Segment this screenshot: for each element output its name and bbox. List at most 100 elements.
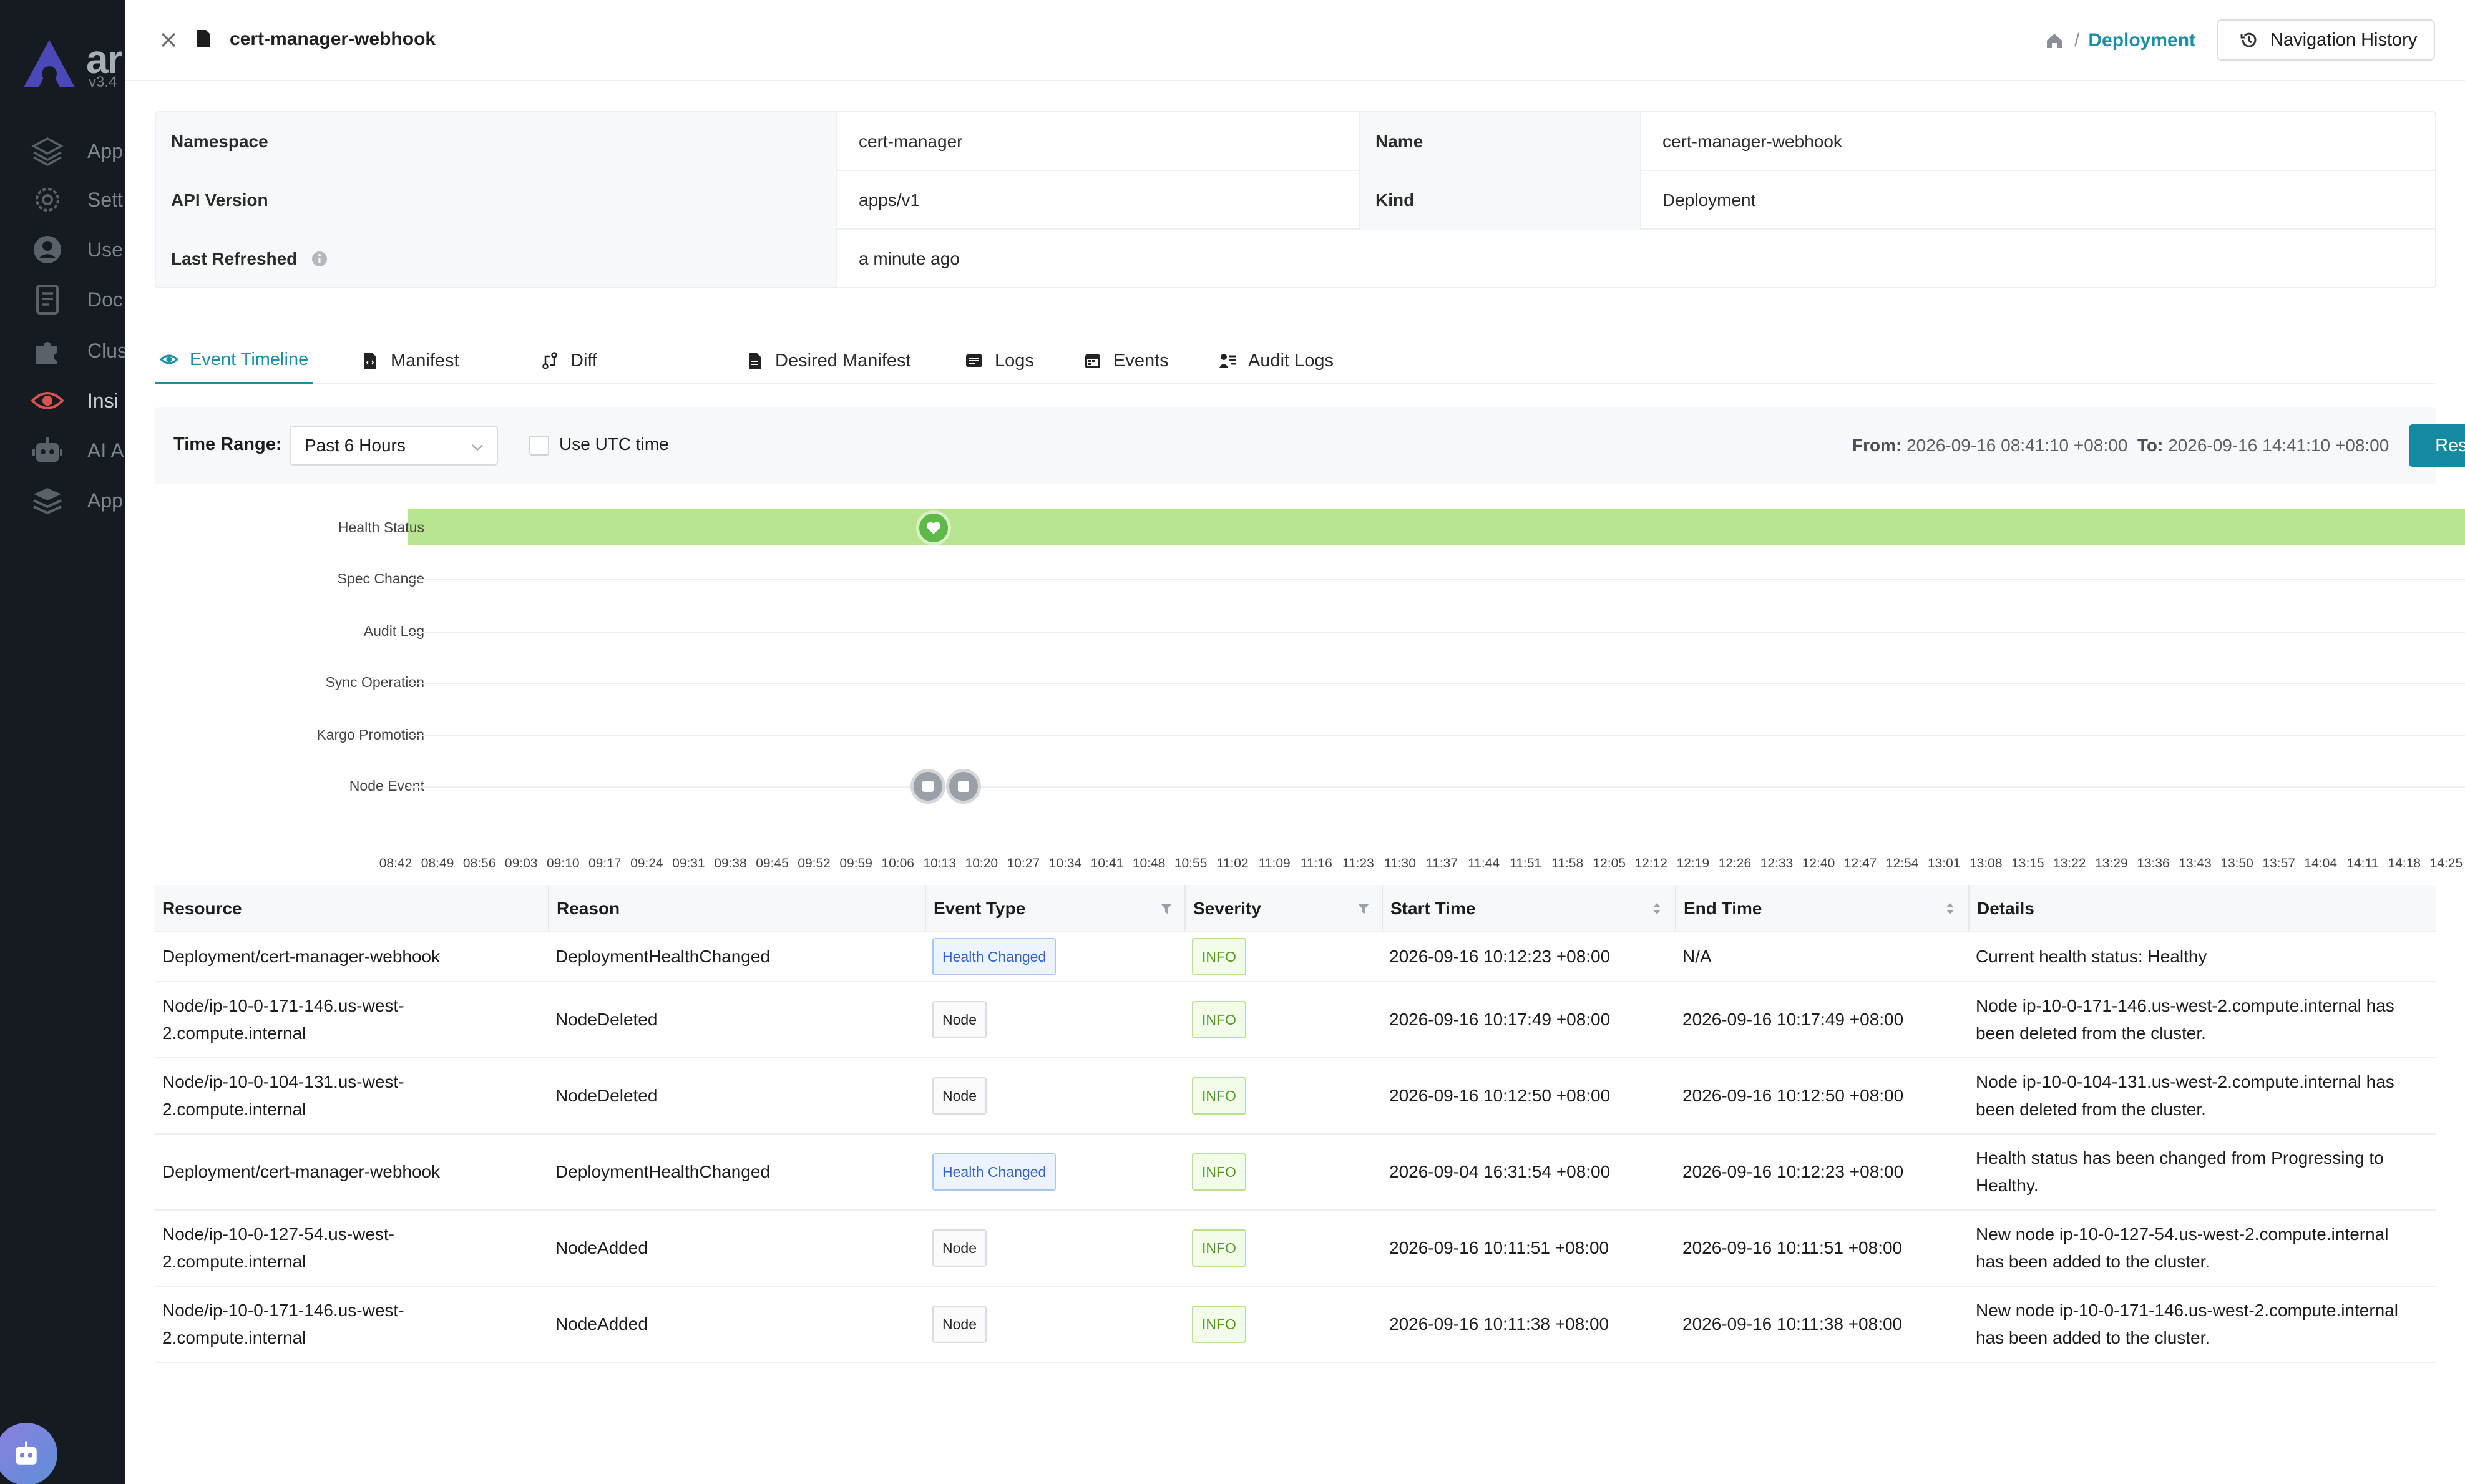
eye-icon (160, 354, 178, 364)
last-refreshed-label: Last Refreshed (156, 230, 836, 287)
ai-chat-button[interactable] (0, 1423, 57, 1484)
severity-badge: INFO (1192, 1077, 1246, 1115)
namespace-label: Namespace (156, 112, 836, 171)
info-icon[interactable] (311, 250, 328, 268)
sidebar-item-insights[interactable]: Insi (30, 382, 125, 419)
sidebar-item-apps[interactable]: App (30, 482, 125, 519)
time-tick-label: 10:13 (923, 856, 957, 871)
sidebar-item-user[interactable]: Use (30, 231, 125, 268)
severity-badge: INFO (1192, 1229, 1246, 1267)
name-value: cert-manager-webhook (1640, 112, 2435, 171)
cell-reason: NodeAdded (555, 1314, 648, 1334)
time-tick-label: 09:24 (630, 856, 663, 871)
cell-reason: DeploymentHealthChanged (555, 1162, 770, 1181)
time-tick-label: 12:33 (1760, 856, 1794, 871)
table-row[interactable]: Node/ip-10-0-171-146.us-west-2.compute.i… (155, 1287, 2436, 1363)
lane-gridline (408, 735, 2465, 736)
time-tick-label: 13:08 (1969, 856, 2003, 871)
column-reason[interactable]: Reason (548, 885, 925, 932)
info-row: API Version apps/v1 Kind Deployment (156, 171, 2435, 230)
tab-logs[interactable]: Logs (965, 337, 1034, 384)
sort-icon[interactable] (1650, 902, 1664, 915)
cell-type: Health Changed (925, 1135, 1184, 1209)
node-event-marker[interactable] (910, 769, 945, 804)
table-row[interactable]: Deployment/cert-manager-webhook Deploymen… (155, 1135, 2436, 1211)
cell-resource: Node/ip-10-0-104-131.us-west-2.compute.i… (162, 1072, 404, 1119)
filter-icon[interactable] (1159, 902, 1173, 915)
event-type-badge: Node (932, 1001, 987, 1038)
events-table-header: Resource Reason Event Type Severity Star… (155, 885, 2436, 932)
cell-start: 2026-09-16 10:11:51 +08:00 (1389, 1238, 1609, 1257)
time-tick-label: 10:41 (1090, 856, 1124, 871)
column-details[interactable]: Details (1968, 885, 2436, 932)
navigation-history-button[interactable]: Navigation History (2217, 19, 2435, 61)
sidebar-item-settings[interactable]: Sett (30, 181, 125, 218)
time-tick-label: 11:02 (1216, 856, 1249, 871)
sort-icon[interactable] (1943, 902, 1957, 915)
sidebar-item-docs[interactable]: Doc (30, 281, 125, 318)
tab-desired-manifest[interactable]: Desired Manifest (745, 337, 911, 384)
table-row[interactable]: Node/ip-10-0-171-146.us-west-2.compute.i… (155, 982, 2436, 1058)
home-icon[interactable] (2044, 31, 2064, 51)
table-row[interactable]: Node/ip-10-0-127-54.us-west-2.compute.in… (155, 1211, 2436, 1287)
time-tick-label: 11:37 (1425, 856, 1458, 871)
time-tick-label: 14:04 (2304, 856, 2337, 871)
heart-icon (927, 522, 941, 534)
sidebar-item-clusters[interactable]: Clus (30, 332, 125, 369)
breadcrumb-deployment[interactable]: Deployment (2088, 30, 2195, 51)
health-event-marker[interactable] (916, 510, 952, 545)
eye-icon (31, 392, 64, 409)
table-row[interactable]: Node/ip-10-0-104-131.us-west-2.compute.i… (155, 1058, 2436, 1135)
event-type-badge: Node (932, 1077, 987, 1115)
file-icon (749, 353, 761, 369)
column-start-time[interactable]: Start Time (1382, 885, 1675, 932)
cell-reason: NodeDeleted (555, 1086, 658, 1105)
tab-diff[interactable]: Diff (540, 337, 597, 384)
time-tick-label: 14:11 (2346, 856, 2379, 871)
cell-severity: INFO (1184, 982, 1382, 1057)
node-event-marker[interactable] (946, 769, 982, 804)
column-event-type[interactable]: Event Type (925, 885, 1184, 932)
sidebar-item-applications[interactable]: App (30, 132, 125, 170)
user-icon (34, 236, 61, 263)
utc-checkbox[interactable] (529, 436, 549, 456)
node-icon (922, 781, 934, 792)
chevron-down-icon (472, 444, 483, 451)
cell-end: 2026-09-16 10:17:49 +08:00 (1682, 1010, 1904, 1029)
time-tick-label: 12:47 (1843, 856, 1877, 871)
tab-events[interactable]: Events (1083, 337, 1169, 384)
sidebar-item-ai-assistant[interactable]: AI A (30, 432, 125, 469)
cell-reason: DeploymentHealthChanged (555, 947, 770, 966)
document-icon (36, 285, 59, 315)
cell-details: New node ip-10-0-171-146.us-west-2.compu… (1976, 1301, 2399, 1347)
severity-badge: INFO (1192, 1153, 1246, 1191)
filter-icon[interactable] (1357, 902, 1370, 915)
time-tick-label: 11:09 (1258, 856, 1291, 871)
time-range-select[interactable]: Past 6 Hours (290, 426, 498, 466)
tab-manifest[interactable]: Manifest (361, 337, 459, 384)
time-tick-label: 12:26 (1718, 856, 1752, 871)
reset-button[interactable]: Reset (2409, 424, 2465, 467)
cell-type: Health Changed (925, 932, 1184, 981)
column-resource[interactable]: Resource (155, 885, 548, 932)
audit-icon (1219, 354, 1236, 368)
tab-event-timeline[interactable]: Event Timeline (155, 337, 314, 384)
api-version-value: apps/v1 (836, 171, 1359, 230)
column-severity[interactable]: Severity (1184, 885, 1382, 932)
lane-gridline (408, 579, 2465, 580)
time-tick-label: 11:51 (1510, 856, 1542, 871)
last-refreshed-value: a minute ago (836, 230, 2435, 287)
time-tick-label: 14:18 (2388, 856, 2421, 871)
close-icon[interactable] (156, 27, 181, 52)
lane-gridline (408, 632, 2465, 633)
tab-audit-logs[interactable]: Audit Logs (1218, 337, 1334, 384)
table-row[interactable]: Deployment/cert-manager-webhook Deploymen… (155, 932, 2436, 982)
puzzle-icon (36, 342, 57, 364)
time-tick-label: 11:23 (1342, 856, 1374, 871)
cell-severity: INFO (1184, 1135, 1382, 1209)
column-end-time[interactable]: End Time (1675, 885, 1968, 932)
diff-icon (542, 352, 557, 369)
app-version: v3.4 (89, 74, 117, 90)
time-tick-label: 12:19 (1676, 856, 1710, 871)
time-tick-label: 12:05 (1593, 856, 1626, 871)
